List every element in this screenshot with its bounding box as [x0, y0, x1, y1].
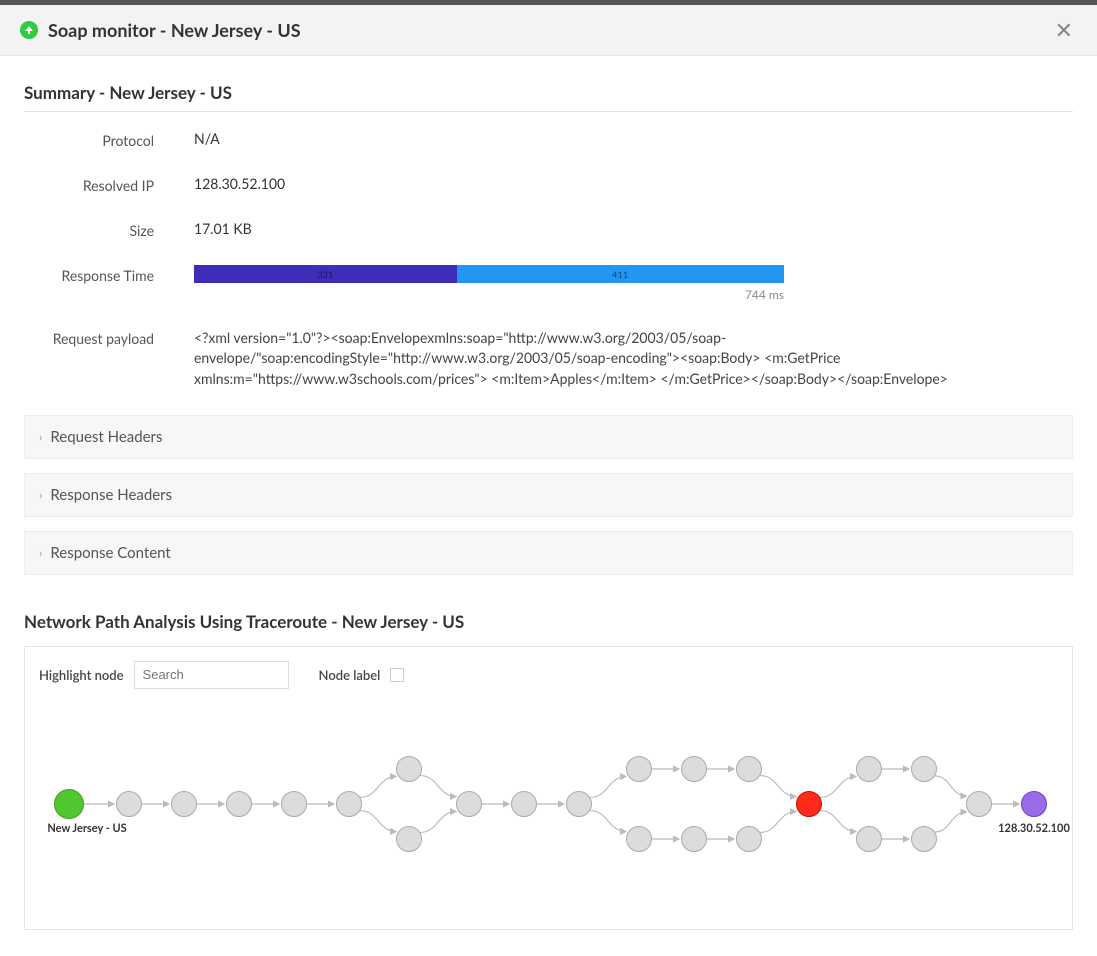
modal-header: Soap monitor - New Jersey - US ✕	[0, 5, 1097, 56]
highlight-node-label: Highlight node	[39, 667, 124, 683]
summary-label: Resolved IP	[24, 175, 194, 194]
accordion-response-content[interactable]: › Response Content	[24, 531, 1073, 575]
chevron-right-icon: ›	[39, 429, 42, 444]
trace-node[interactable]	[396, 826, 422, 852]
trace-node[interactable]	[281, 791, 307, 817]
trace-node[interactable]	[856, 826, 882, 852]
summary-row-resolved-ip: Resolved IP 128.30.52.100	[24, 175, 1073, 194]
summary-row-response-time: Response Time 331411 744 ms	[24, 265, 1073, 302]
trace-node[interactable]	[681, 826, 707, 852]
accordion-request-headers[interactable]: › Request Headers	[24, 415, 1073, 459]
summary-label: Size	[24, 220, 194, 239]
network-section-title: Network Path Analysis Using Traceroute -…	[24, 611, 1073, 632]
modal-title: Soap monitor - New Jersey - US	[48, 19, 301, 41]
response-time-total: 744 ms	[194, 287, 784, 302]
summary-value: 17.01 KB	[194, 220, 1073, 237]
trace-node[interactable]	[736, 756, 762, 782]
trace-node[interactable]	[681, 756, 707, 782]
response-time-segment: 331	[194, 265, 457, 283]
status-up-icon	[20, 21, 38, 39]
request-payload-text: <?xml version="1.0"?><soap:Envelopexmlns…	[194, 328, 994, 389]
node-label-toggle-label: Node label	[319, 667, 381, 683]
trace-node[interactable]	[116, 791, 142, 817]
trace-node[interactable]	[171, 791, 197, 817]
summary-row-protocol: Protocol N/A	[24, 130, 1073, 149]
accordion-title: Response Headers	[50, 486, 172, 504]
response-time-bar: 331411	[194, 265, 784, 283]
trace-node[interactable]	[966, 791, 992, 817]
accordion-title: Response Content	[50, 544, 170, 562]
trace-node[interactable]	[626, 756, 652, 782]
summary-row-size: Size 17.01 KB	[24, 220, 1073, 239]
accordion-response-headers[interactable]: › Response Headers	[24, 473, 1073, 517]
close-icon[interactable]: ✕	[1051, 19, 1077, 41]
network-panel: Highlight node Node label New Jersey - U…	[24, 646, 1073, 930]
trace-node[interactable]	[396, 756, 422, 782]
summary-row-request-payload: Request payload <?xml version="1.0"?><so…	[24, 328, 1073, 389]
trace-node[interactable]	[626, 826, 652, 852]
trace-node-dst[interactable]	[1021, 791, 1047, 817]
summary-label: Protocol	[24, 130, 194, 149]
summary-value: 128.30.52.100	[194, 175, 1073, 192]
trace-dst-label: 128.30.52.100	[998, 822, 1070, 835]
summary-label: Response Time	[24, 265, 194, 284]
traceroute-graph[interactable]: New Jersey - US128.30.52.100	[39, 719, 1059, 889]
trace-node[interactable]	[336, 791, 362, 817]
node-label-checkbox[interactable]	[390, 668, 404, 682]
trace-node[interactable]	[456, 791, 482, 817]
chevron-right-icon: ›	[39, 545, 42, 560]
chevron-right-icon: ›	[39, 487, 42, 502]
trace-node[interactable]	[911, 826, 937, 852]
trace-node[interactable]	[856, 756, 882, 782]
trace-node[interactable]	[911, 756, 937, 782]
trace-node-src[interactable]	[54, 789, 84, 819]
summary-section-title: Summary - New Jersey - US	[24, 82, 1073, 112]
trace-node-err[interactable]	[796, 791, 822, 817]
summary-label: Request payload	[24, 328, 194, 347]
summary-value: N/A	[194, 130, 1073, 147]
response-time-segment: 411	[457, 265, 784, 283]
trace-node[interactable]	[736, 826, 762, 852]
trace-node[interactable]	[566, 791, 592, 817]
highlight-node-search-input[interactable]	[134, 661, 289, 689]
accordion-title: Request Headers	[50, 428, 162, 446]
trace-node[interactable]	[511, 791, 537, 817]
trace-node[interactable]	[226, 791, 252, 817]
trace-src-label: New Jersey - US	[47, 822, 126, 835]
